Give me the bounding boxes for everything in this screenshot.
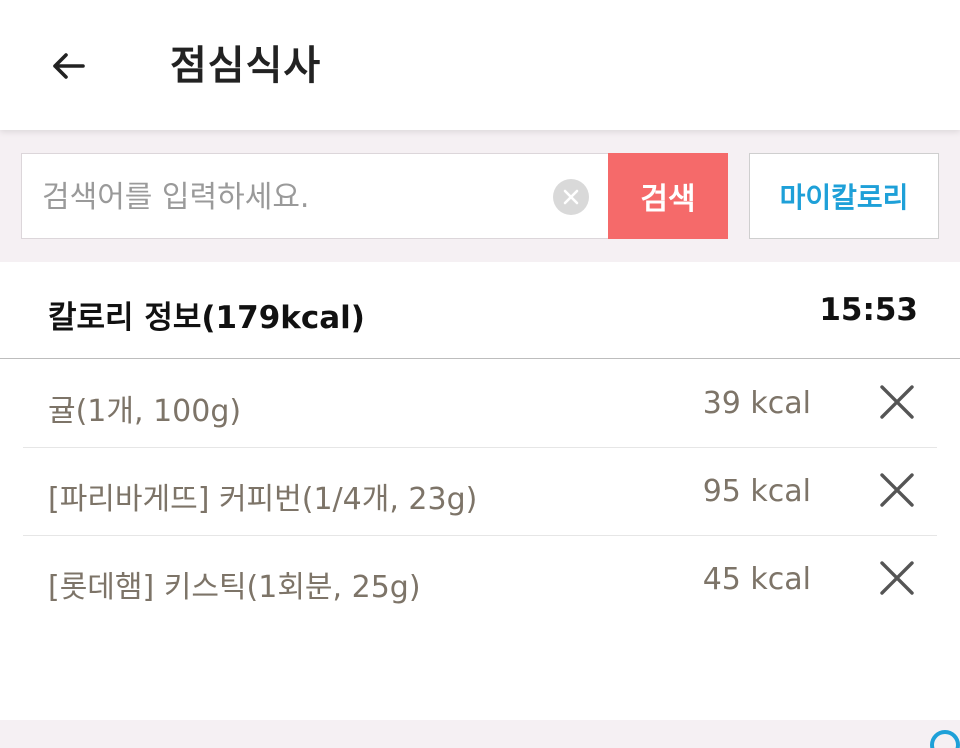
delete-button[interactable] [877, 382, 917, 422]
list-item: [롯데햄] 키스틱(1회분, 25g) 45 kcal [23, 536, 937, 624]
food-kcal: 39 kcal [702, 386, 811, 421]
search-input[interactable] [40, 154, 544, 240]
food-kcal: 45 kcal [702, 562, 811, 597]
bottom-band [0, 720, 960, 748]
calorie-info-row: 칼로리 정보(179kcal) 15:53 [0, 262, 960, 359]
food-list: 귤(1개, 100g) 39 kcal [파리바게뜨] 커피번(1/4개, 23… [0, 360, 960, 624]
arrow-left-icon [53, 53, 85, 79]
delete-button[interactable] [877, 470, 917, 510]
list-item: [파리바게뜨] 커피번(1/4개, 23g) 95 kcal [23, 448, 937, 536]
clear-circle-icon [563, 189, 579, 205]
calorie-info-label: 칼로리 정보(179kcal) [48, 300, 365, 336]
food-kcal: 95 kcal [702, 474, 811, 509]
floating-indicator-icon [930, 730, 960, 748]
food-name: 귤(1개, 100g) [48, 394, 242, 429]
page-title: 점심식사 [170, 43, 322, 89]
search-bar: 검색 마이칼로리 [0, 130, 960, 262]
close-icon [880, 385, 914, 419]
search-box [21, 153, 608, 240]
list-item: 귤(1개, 100g) 39 kcal [23, 360, 937, 448]
app-root: 점심식사 검색 마이칼로리 칼로리 정보(179kcal) 15:53 귤(1개… [0, 0, 960, 748]
search-button[interactable]: 검색 [608, 153, 728, 239]
close-icon [880, 473, 914, 507]
close-icon [880, 561, 914, 595]
app-header: 점심식사 [0, 0, 960, 130]
delete-button[interactable] [877, 558, 917, 598]
meal-time: 15:53 [819, 292, 918, 328]
clear-button[interactable] [553, 179, 589, 215]
food-name: [롯데햄] 키스틱(1회분, 25g) [48, 570, 421, 605]
my-calorie-button[interactable]: 마이칼로리 [749, 153, 939, 239]
food-name: [파리바게뜨] 커피번(1/4개, 23g) [48, 482, 478, 517]
back-button[interactable] [40, 38, 96, 94]
